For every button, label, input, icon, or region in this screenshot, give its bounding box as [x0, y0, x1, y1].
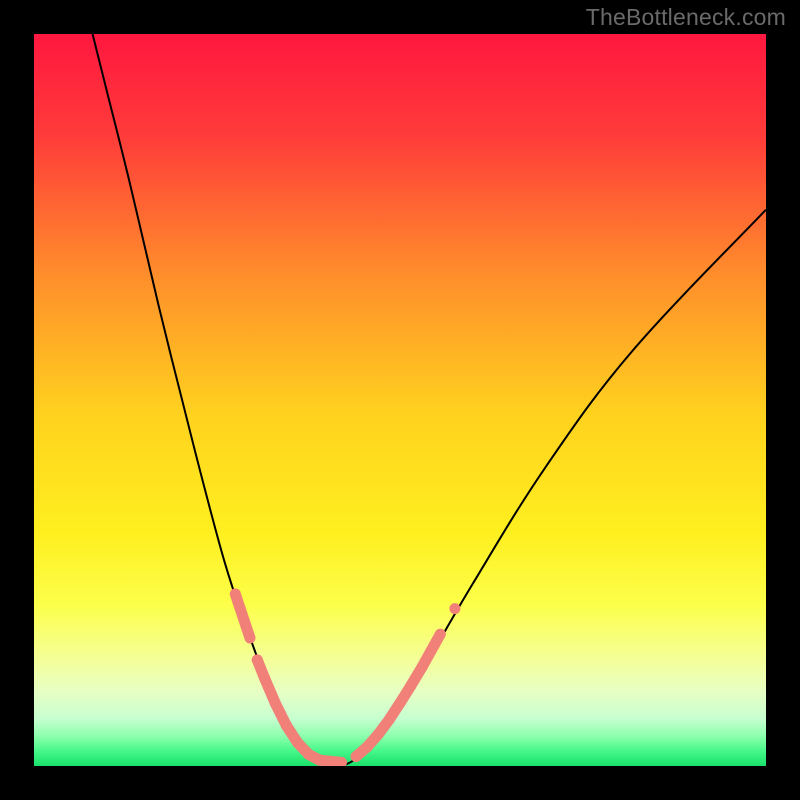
highlight-segment: [235, 594, 250, 638]
chart-frame: TheBottleneck.com: [0, 0, 800, 800]
watermark-text: TheBottleneck.com: [586, 4, 786, 31]
highlight-dot: [449, 603, 460, 614]
plot-area: [34, 34, 766, 766]
highlight-segment: [319, 760, 341, 762]
curve-layer: [34, 34, 766, 766]
highlight-segment: [422, 634, 440, 667]
highlight-markers: [230, 588, 461, 766]
